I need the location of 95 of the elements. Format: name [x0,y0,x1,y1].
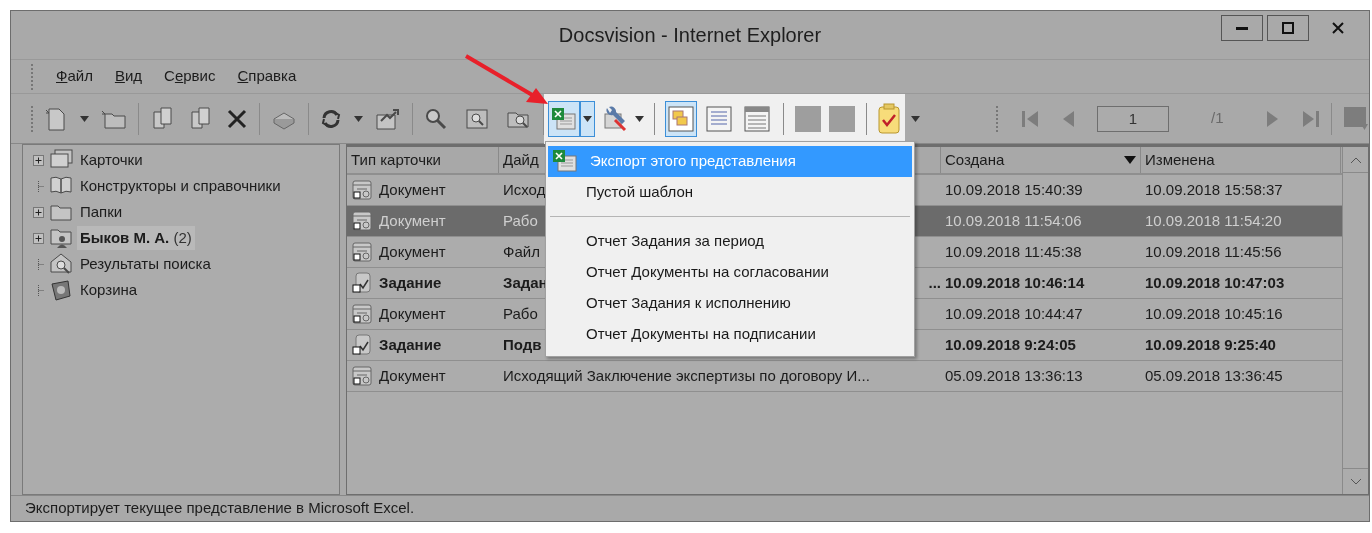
chart-icon[interactable] [375,106,401,131]
table-cell-text: 05.09.2018 13:36:13 [945,365,1083,386]
maximize-icon [1282,22,1294,34]
square-icon[interactable] [828,104,856,133]
scroll-down-icon[interactable] [1349,477,1362,486]
table-cell-text: Документ [379,179,446,200]
table-cell-text: 05.09.2018 13:36:45 [1145,365,1283,386]
maximize-button[interactable] [1267,15,1309,41]
table-cell-text: Исход [503,179,546,200]
table-cell-text: 10.09.2018 10:44:47 [945,303,1083,324]
menu-item[interactable]: Отчет Документы на согласовании [548,256,912,288]
expand-icon[interactable] [32,154,44,166]
document-icon [351,210,373,232]
table-cell-text: 10.09.2018 10:46:14 [945,272,1085,293]
scrollbar[interactable] [1342,147,1368,494]
list-view-icon [744,105,770,132]
table-cell-text: 10.09.2018 9:24:05 [945,334,1076,355]
column-header[interactable]: Тип карточки [351,148,441,172]
table-cell-text: Рабо [503,210,538,231]
document-icon [351,303,373,325]
table-cell-text: 10.09.2018 9:25:40 [1145,334,1276,355]
table-cell-text: ... [928,272,941,293]
cards-view-icon [668,105,694,132]
caret-icon [583,115,592,122]
document-icon [351,365,373,387]
table-cell-text: 10.09.2018 10:47:03 [1145,272,1285,293]
table-cell-text: Документ [379,241,446,262]
menu-item[interactable]: Справка [237,65,297,88]
column-header[interactable]: Дайд [503,148,539,172]
clipboard-check-icon[interactable] [877,102,901,135]
user-folder-icon [49,226,73,250]
table-cell-text: Файл [503,241,540,262]
tree-item[interactable]: Быков М. А. (2) [77,225,195,251]
page-field[interactable]: 1 [1097,105,1169,132]
window-title: Docsvision - Internet Explorer [558,23,822,48]
table-cell-text: 10.09.2018 15:58:37 [1145,179,1283,200]
menu-item[interactable]: Файл [56,65,93,88]
table-cell-text: Задание [379,272,442,293]
view-mode-button[interactable] [665,100,697,137]
spreadsheet-icon [551,106,577,131]
menu-item[interactable]: Отчет Документы на подписании [548,318,912,350]
document-icon [351,179,373,201]
table-cell-text: Рабо [503,303,538,324]
caret-icon[interactable] [635,115,644,122]
scroll-up-icon[interactable] [1349,155,1362,164]
page-total: /1 [1211,108,1224,129]
table-cell-text: Документ [379,210,446,231]
tree-item[interactable]: Конструкторы и справочники [77,173,284,199]
task-icon [351,272,373,294]
table-cell-text: Исходящий Заключение экспертизы по договору И... [503,365,870,386]
table-cell-text: Задание [379,334,442,355]
refresh-icon[interactable] [320,107,342,130]
close-icon [1332,22,1344,34]
search-icon[interactable] [424,106,448,131]
status-text: Экспортирует текущее представление в Microsoft Excel. [25,498,415,519]
table-cell-text: 10.09.2018 11:54:06 [945,210,1082,231]
dropdown-button[interactable] [580,100,595,137]
menu-item[interactable]: Отчет Задания к исполнению [548,287,912,319]
caret-icon[interactable] [354,115,363,122]
menu-item[interactable]: Вид [114,65,143,88]
table-cell-text: Документ [379,365,446,386]
menu-item[interactable]: Сервис [164,65,216,88]
caret-icon[interactable] [911,115,920,122]
delete-icon[interactable] [226,107,248,130]
tree-item[interactable]: Результаты поиска [77,251,214,277]
export-button[interactable] [548,100,580,137]
table-cell-text: 10.09.2018 10:45:16 [1145,303,1283,324]
table-cell-text: 10.09.2018 11:45:38 [945,241,1082,262]
list-view-icon [706,105,732,132]
spreadsheet-icon [552,149,578,173]
search-icon [49,252,73,276]
table-cell-text: Подв [503,334,542,355]
table-cell-text: 10.09.2018 11:45:56 [1145,241,1282,262]
tree-item[interactable]: Папки [77,199,126,225]
task-icon [351,334,373,356]
document-icon [351,241,373,263]
new-document-icon[interactable] [44,105,68,132]
menu-item[interactable]: Пустой шаблон [548,176,912,208]
tools-icon[interactable] [601,105,629,132]
minimize-button[interactable] [1221,15,1263,41]
minimize-icon [1236,26,1248,30]
expand-icon[interactable] [32,206,44,218]
expand-icon[interactable] [32,232,44,244]
sort-descending-icon[interactable] [1124,156,1136,164]
tree-item[interactable]: Карточки [77,147,146,173]
caret-icon[interactable] [80,115,89,122]
table-cell-text: 10.09.2018 11:54:20 [1145,210,1282,231]
table-cell-text: 10.09.2018 15:40:39 [945,179,1083,200]
table-cell-text: Документ [379,303,446,324]
menu-item[interactable]: Отчет Задания за период [548,225,912,257]
tree-item[interactable]: Корзина [77,277,141,303]
column-header[interactable]: Изменена [1145,148,1215,172]
square-icon[interactable] [794,104,822,133]
search-icon[interactable] [465,106,489,131]
column-header[interactable]: Создана [945,148,1005,172]
